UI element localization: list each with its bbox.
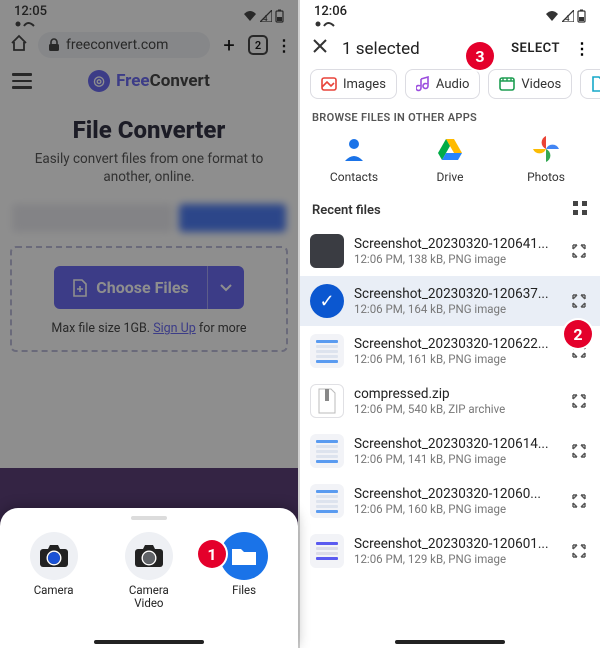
annotation-2: 2 — [564, 320, 592, 348]
gesture-nav-bar[interactable] — [94, 640, 204, 644]
chip-videos[interactable]: Videos — [488, 69, 572, 99]
overflow-icon[interactable]: ⋮ — [574, 39, 590, 58]
video-icon — [499, 77, 515, 91]
chip-images[interactable]: Images — [310, 69, 397, 99]
file-name: Screenshot_20230320-120641... — [354, 236, 558, 252]
grid-view-icon[interactable] — [572, 200, 588, 220]
file-meta: 12:06 PM, 161 kB, PNG image — [354, 352, 558, 366]
signal-icon: 4 — [260, 10, 272, 22]
other-app-drive[interactable]: Drive — [402, 132, 497, 184]
file-name: Screenshot_20230320-120614... — [354, 436, 558, 452]
logo-mark-icon: ◎ — [88, 70, 110, 92]
file-plus-icon — [72, 279, 88, 297]
home-icon[interactable] — [8, 34, 30, 56]
contacts-icon — [342, 136, 366, 162]
chevron-down-icon — [220, 284, 232, 292]
file-meta: 12:06 PM, 141 kB, PNG image — [354, 452, 558, 466]
url-pill[interactable]: freeconvert.com — [38, 32, 210, 58]
wifi-icon — [243, 10, 257, 22]
new-tab-button[interactable]: + — [218, 33, 240, 57]
folder-icon — [230, 545, 258, 567]
file-name: Screenshot_20230320-120622... — [354, 336, 558, 352]
expand-icon[interactable] — [568, 543, 590, 559]
file-meta: 12:06 PM, 129 kB, PNG image — [354, 552, 558, 566]
hamburger-icon[interactable] — [12, 73, 32, 89]
sheet-app-camera[interactable]: Camera — [6, 528, 101, 610]
expand-icon[interactable] — [568, 243, 590, 259]
file-row[interactable]: Screenshot_20230320-120601...12:06 PM, 1… — [300, 526, 600, 576]
file-meta: 12:06 PM, 160 kB, PNG image — [354, 502, 558, 516]
other-app-contacts[interactable]: Contacts — [306, 132, 401, 184]
clock: 12:05 — [14, 4, 47, 19]
clock: 12:06 — [314, 4, 347, 19]
share-sheet: Camera Camera Video Files — [0, 508, 298, 648]
chip-documents[interactable]: Do — [580, 69, 600, 99]
lock-icon — [48, 38, 60, 52]
file-row[interactable]: Screenshot_20230320-120641...12:06 PM, 1… — [300, 226, 600, 276]
file-row[interactable]: compressed.zip12:06 PM, 540 kB, ZIP arch… — [300, 376, 600, 426]
browse-apps-heading: BROWSE FILES IN OTHER APPS — [300, 109, 600, 130]
wifi-icon — [545, 10, 559, 22]
sheet-handle[interactable] — [131, 516, 167, 520]
choose-files-button[interactable]: Choose Files — [54, 266, 243, 309]
max-size-note: Max file size 1GB. Sign Up for more — [20, 321, 278, 336]
expand-icon[interactable] — [568, 443, 590, 459]
drive-icon — [437, 138, 463, 160]
signal-icon: 4 — [562, 10, 574, 22]
svg-text:4: 4 — [263, 14, 268, 22]
notification-dots-icon — [14, 19, 38, 29]
image-icon — [321, 77, 337, 91]
document-icon — [591, 76, 600, 92]
svg-text:4: 4 — [565, 14, 570, 22]
other-app-photos[interactable]: Photos — [498, 132, 593, 184]
blurred-toolbar — [12, 204, 286, 232]
gesture-nav-bar[interactable] — [395, 640, 505, 644]
upload-dropzone[interactable]: Choose Files Max file size 1GB. Sign Up … — [10, 246, 288, 352]
file-meta: 12:06 PM, 540 kB, ZIP archive — [354, 402, 558, 416]
status-bar: 12:06 4 — [300, 0, 600, 28]
right-screenshot: 12:06 4 1 selected SELECT ⋮ Images — [300, 0, 600, 648]
page-title: File Converter — [0, 116, 298, 144]
chip-audio[interactable]: Audio — [405, 69, 480, 99]
annotation-3: 3 — [466, 42, 494, 70]
annotation-1: 1 — [198, 540, 226, 568]
expand-icon[interactable] — [568, 493, 590, 509]
status-bar: 12:05 4 — [0, 0, 298, 28]
page-subtitle: Easily convert files from one format to … — [0, 144, 298, 186]
select-button[interactable]: SELECT — [511, 41, 560, 56]
file-name: Screenshot_20230320-120637... — [354, 286, 558, 302]
browser-address-bar: freeconvert.com + 2 ⋮ — [0, 28, 298, 64]
browser-overflow-icon[interactable]: ⋮ — [276, 36, 290, 55]
expand-icon[interactable] — [568, 393, 590, 409]
file-list: Screenshot_20230320-120641...12:06 PM, 1… — [300, 226, 600, 576]
battery-icon — [275, 9, 284, 23]
file-name: compressed.zip — [354, 386, 558, 402]
notification-dots-icon — [314, 19, 338, 29]
battery-icon — [577, 9, 586, 23]
choose-files-caret[interactable] — [207, 266, 244, 309]
file-name: Screenshot_20230320-12060... — [354, 486, 558, 502]
sheet-app-camera-video[interactable]: Camera Video — [101, 528, 196, 610]
expand-icon[interactable] — [568, 293, 590, 309]
left-screenshot: 12:05 4 freeconvert.com + 2 ⋮ — [0, 0, 300, 648]
sign-up-link[interactable]: Sign Up — [153, 321, 196, 336]
file-row[interactable]: ✓Screenshot_20230320-120637...12:06 PM, … — [300, 276, 600, 326]
recent-files-heading: Recent files — [312, 203, 381, 218]
tab-switcher[interactable]: 2 — [248, 35, 268, 55]
filter-chips: Images Audio Videos Do — [300, 69, 600, 109]
file-name: Screenshot_20230320-120601... — [354, 536, 558, 552]
photos-icon — [533, 136, 559, 162]
file-row[interactable]: Screenshot_20230320-120622...12:06 PM, 1… — [300, 326, 600, 376]
camera-icon — [39, 544, 69, 568]
camera-video-icon — [134, 544, 164, 568]
file-meta: 12:06 PM, 138 kB, PNG image — [354, 252, 558, 266]
close-icon[interactable] — [312, 38, 328, 59]
audio-icon — [416, 76, 430, 92]
file-row[interactable]: Screenshot_20230320-12060...12:06 PM, 16… — [300, 476, 600, 526]
selection-toolbar: 1 selected SELECT ⋮ — [300, 28, 600, 69]
file-row[interactable]: Screenshot_20230320-120614...12:06 PM, 1… — [300, 426, 600, 476]
site-logo[interactable]: ◎ FreeConvert — [88, 70, 210, 92]
file-meta: 12:06 PM, 164 kB, PNG image — [354, 302, 558, 316]
url-text: freeconvert.com — [66, 37, 168, 53]
